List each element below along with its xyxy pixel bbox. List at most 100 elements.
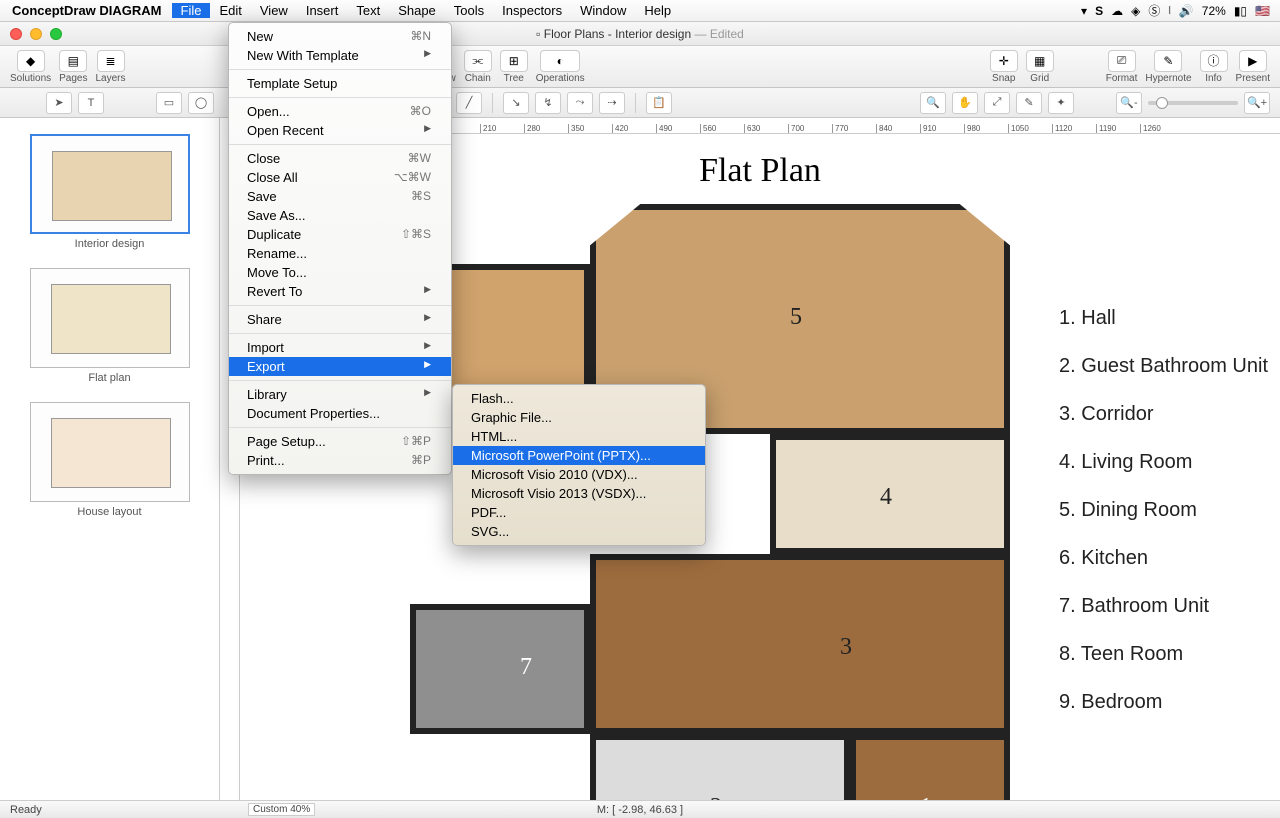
menuitem-move-to-[interactable]: Move To... bbox=[229, 263, 451, 282]
rect-tool[interactable]: ▭ bbox=[156, 92, 182, 114]
menu-edit[interactable]: Edit bbox=[210, 3, 250, 18]
zoom-in-tool[interactable]: 🔍 bbox=[920, 92, 946, 114]
volume-icon: 🔊 bbox=[1179, 4, 1194, 18]
legend-item: 8. Teen Room bbox=[1059, 630, 1268, 678]
legend-item: 2. Guest Bathroom Unit bbox=[1059, 342, 1268, 390]
menuitem-import[interactable]: Import bbox=[229, 338, 451, 357]
zoom-window-button[interactable] bbox=[50, 28, 62, 40]
menu-help[interactable]: Help bbox=[635, 3, 680, 18]
page-thumb-1[interactable] bbox=[30, 268, 190, 368]
menu-inspectors[interactable]: Inspectors bbox=[493, 3, 571, 18]
legend-item: 7. Bathroom Unit bbox=[1059, 582, 1268, 630]
room-2 bbox=[590, 734, 850, 800]
zoom-slider[interactable] bbox=[1148, 101, 1238, 105]
pan-tool[interactable]: ✋ bbox=[952, 92, 978, 114]
menu-file[interactable]: File bbox=[172, 3, 211, 18]
menuitem-export[interactable]: Export bbox=[229, 357, 451, 376]
tree-button[interactable]: ⊞ bbox=[500, 50, 528, 72]
menu-window[interactable]: Window bbox=[571, 3, 635, 18]
brush-tool[interactable]: ✎ bbox=[1016, 92, 1042, 114]
diamond-icon: ◈ bbox=[1131, 4, 1140, 18]
menuitem-close-all[interactable]: Close All⌥⌘W bbox=[229, 168, 451, 187]
solutions-button[interactable]: ◆ bbox=[17, 50, 45, 72]
room-1 bbox=[850, 734, 1010, 800]
zoom-out-button[interactable]: 🔍- bbox=[1116, 92, 1142, 114]
edited-indicator: — Edited bbox=[694, 27, 743, 41]
line-tool[interactable]: ╱ bbox=[456, 92, 482, 114]
menu-text[interactable]: Text bbox=[347, 3, 389, 18]
close-window-button[interactable] bbox=[10, 28, 22, 40]
layers-button[interactable]: ≣ bbox=[97, 50, 125, 72]
menuitem-page-setup-[interactable]: Page Setup...⇧⌘P bbox=[229, 432, 451, 451]
zoom-in-button[interactable]: 🔍+ bbox=[1244, 92, 1270, 114]
eyedropper-tool[interactable]: ⤢ bbox=[984, 92, 1010, 114]
submenu-html-[interactable]: HTML... bbox=[453, 427, 705, 446]
present-button[interactable]: ▶ bbox=[1239, 50, 1267, 72]
connector-4[interactable]: ⇢ bbox=[599, 92, 625, 114]
submenu-pdf-[interactable]: PDF... bbox=[453, 503, 705, 522]
page-thumb-0[interactable] bbox=[30, 134, 190, 234]
submenu-microsoft-powerpoint-pptx-[interactable]: Microsoft PowerPoint (PPTX)... bbox=[453, 446, 705, 465]
legend: 1. Hall2. Guest Bathroom Unit3. Corridor… bbox=[1059, 294, 1268, 726]
menuitem-document-properties-[interactable]: Document Properties... bbox=[229, 404, 451, 423]
page-thumb-2[interactable] bbox=[30, 402, 190, 502]
submenu-flash-[interactable]: Flash... bbox=[453, 389, 705, 408]
plan-title: Flat Plan bbox=[699, 152, 821, 190]
text-tool[interactable]: T bbox=[78, 92, 104, 114]
connector-1[interactable]: ↘ bbox=[503, 92, 529, 114]
menuitem-save-as-[interactable]: Save As... bbox=[229, 206, 451, 225]
battery-icon: ▮▯ bbox=[1234, 4, 1247, 18]
connector-3[interactable]: ⤳ bbox=[567, 92, 593, 114]
mac-menubar: ConceptDraw DIAGRAM FileEditViewInsertTe… bbox=[0, 0, 1280, 22]
window-titlebar: ▫ Floor Plans - Interior design — Edited bbox=[0, 22, 1280, 46]
zoom-display[interactable]: Custom 40% bbox=[248, 803, 315, 816]
s-icon: S bbox=[1095, 4, 1103, 18]
export-submenu: Flash...Graphic File...HTML...Microsoft … bbox=[452, 384, 706, 546]
menuitem-save[interactable]: Save⌘S bbox=[229, 187, 451, 206]
menuitem-duplicate[interactable]: Duplicate⇧⌘S bbox=[229, 225, 451, 244]
wifi-icon: ⧙ bbox=[1168, 3, 1171, 18]
clipboard-tool[interactable]: 📋 bbox=[646, 92, 672, 114]
menuitem-close[interactable]: Close⌘W bbox=[229, 149, 451, 168]
cloud-icon: ☁ bbox=[1111, 4, 1123, 18]
grid-button[interactable]: ▦ bbox=[1026, 50, 1054, 72]
menuitem-revert-to[interactable]: Revert To bbox=[229, 282, 451, 301]
menuitem-print-[interactable]: Print...⌘P bbox=[229, 451, 451, 470]
submenu-microsoft-visio-vdx-[interactable]: Microsoft Visio 2010 (VDX)... bbox=[453, 465, 705, 484]
menuitem-new[interactable]: New⌘N bbox=[229, 27, 451, 46]
pages-button[interactable]: ▤ bbox=[59, 50, 87, 72]
operations-button[interactable]: ◐ bbox=[540, 50, 580, 72]
bucket-tool[interactable]: ✦ bbox=[1048, 92, 1074, 114]
submenu-microsoft-visio-vsdx-[interactable]: Microsoft Visio 2013 (VSDX)... bbox=[453, 484, 705, 503]
menu-tools[interactable]: Tools bbox=[445, 3, 493, 18]
legend-item: 6. Kitchen bbox=[1059, 534, 1268, 582]
battery-pct: 72% bbox=[1202, 4, 1226, 18]
menu-insert[interactable]: Insert bbox=[297, 3, 348, 18]
menuitem-library[interactable]: Library bbox=[229, 385, 451, 404]
menuitem-open-[interactable]: Open...⌘O bbox=[229, 102, 451, 121]
flag-icon: 🇺🇸 bbox=[1255, 4, 1270, 18]
menu-shape[interactable]: Shape bbox=[389, 3, 445, 18]
page-thumb-caption: House layout bbox=[10, 506, 209, 518]
pointer-tool[interactable]: ➤ bbox=[46, 92, 72, 114]
chain-button[interactable]: ⫘ bbox=[464, 50, 492, 72]
ellipse-tool[interactable]: ◯ bbox=[188, 92, 214, 114]
connector-2[interactable]: ↯ bbox=[535, 92, 561, 114]
menu-view[interactable]: View bbox=[251, 3, 297, 18]
legend-item: 1. Hall bbox=[1059, 294, 1268, 342]
format-button[interactable]: ⎚ bbox=[1108, 50, 1136, 72]
menuitem-share[interactable]: Share bbox=[229, 310, 451, 329]
page-thumb-caption: Flat plan bbox=[10, 372, 209, 384]
info-button[interactable]: ⓘ bbox=[1200, 50, 1228, 72]
pages-sidebar: Interior designFlat planHouse layout bbox=[0, 118, 220, 800]
menuitem-new-with-template[interactable]: New With Template bbox=[229, 46, 451, 65]
menuitem-template-setup[interactable]: Template Setup bbox=[229, 74, 451, 93]
room-7 bbox=[410, 604, 590, 734]
menuitem-open-recent[interactable]: Open Recent bbox=[229, 121, 451, 140]
submenu-svg-[interactable]: SVG... bbox=[453, 522, 705, 541]
submenu-graphic-file-[interactable]: Graphic File... bbox=[453, 408, 705, 427]
snap-button[interactable]: ✛ bbox=[990, 50, 1018, 72]
hypernote-button[interactable]: ✎ bbox=[1154, 50, 1182, 72]
minimize-window-button[interactable] bbox=[30, 28, 42, 40]
menuitem-rename-[interactable]: Rename... bbox=[229, 244, 451, 263]
